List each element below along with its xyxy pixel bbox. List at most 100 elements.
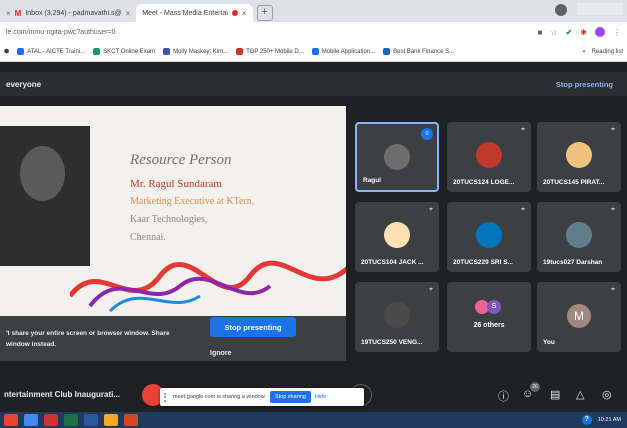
- bookmark-icon: [17, 48, 25, 55]
- info-icon[interactable]: ⓘ: [498, 388, 509, 404]
- help-icon[interactable]: ?: [581, 415, 592, 425]
- stop-sharing-button[interactable]: Stop sharing: [269, 391, 311, 403]
- browser-tab-bar: × M Inbox (3,294) - padmavathi.s@ × Meet…: [0, 0, 627, 69]
- bookmark-item[interactable]: Best Bank Finance S...: [383, 48, 454, 55]
- excel-taskbar-icon[interactable]: [64, 414, 78, 426]
- pdf-taskbar-icon[interactable]: [44, 414, 58, 426]
- avatar: [384, 144, 410, 170]
- meet-area: everyone Stop presenting Resource Person…: [0, 62, 627, 380]
- profile-avatar[interactable]: [555, 4, 567, 16]
- system-tray: ? 10:21 AM: [581, 415, 627, 425]
- participant-tile[interactable]: ⌖ 19TUCS250 VENG...: [355, 282, 439, 352]
- browser-taskbar-icon[interactable]: [24, 414, 38, 426]
- participant-count-badge: 26: [530, 382, 540, 392]
- security-icon[interactable]: ◎: [602, 388, 612, 401]
- slide-company: Kaar Technologies,: [130, 214, 208, 225]
- participant-tile[interactable]: ≡ Ragul: [355, 122, 439, 192]
- presenting-label: everyone: [6, 79, 42, 89]
- others-tile[interactable]: S 26 others: [447, 282, 531, 352]
- tab-close-icon[interactable]: ×: [126, 9, 131, 18]
- participant-name: 19tucs027 Darshan: [543, 259, 603, 266]
- more-bookmarks-button[interactable]: »: [582, 49, 585, 55]
- bookmark-icon: [93, 48, 101, 55]
- bookmark-item[interactable]: TOP 250+ Mobile D...: [236, 48, 304, 55]
- bookmark-item[interactable]: Molly Maskey: Kim...: [163, 48, 228, 55]
- meeting-title: ntertainment Club Inaugurati...: [4, 390, 121, 399]
- speaker-photo: [0, 126, 90, 266]
- self-tile[interactable]: ⌖ M You: [537, 282, 621, 352]
- reading-list-button[interactable]: Reading list: [592, 49, 623, 55]
- participant-tile[interactable]: ⌖ 20TUCS145 PIRAT...: [537, 122, 621, 192]
- star-icon[interactable]: ☆: [550, 28, 557, 37]
- chrome-taskbar-icon[interactable]: [4, 414, 18, 426]
- stop-presenting-button[interactable]: Stop presenting: [210, 317, 296, 337]
- activities-icon[interactable]: △: [576, 388, 584, 401]
- camera-icon[interactable]: ■: [538, 28, 543, 37]
- pin-icon[interactable]: ⌖: [611, 206, 615, 214]
- gmail-icon: M: [14, 8, 22, 18]
- url-text[interactable]: le.com/mmu-ngita-pwc?authuser=0: [6, 29, 116, 36]
- tab-close-icon[interactable]: ×: [242, 9, 247, 18]
- screen: × M Inbox (3,294) - padmavathi.s@ × Meet…: [0, 0, 627, 428]
- participant-name: 20TUCS104 JACK ...: [361, 259, 424, 266]
- speaking-indicator-icon: ≡: [421, 128, 433, 140]
- tab-close-icon[interactable]: ×: [6, 9, 11, 18]
- window-controls[interactable]: [577, 3, 623, 15]
- avatar: [384, 222, 410, 248]
- bookmark-item[interactable]: SKCT Online Exam: [93, 48, 155, 55]
- pin-icon[interactable]: ⌖: [521, 126, 525, 134]
- shared-screen: Resource Person Mr. Ragul Sundaram Marke…: [0, 106, 346, 361]
- powerpoint-taskbar-icon[interactable]: [124, 414, 138, 426]
- tab-gmail[interactable]: × M Inbox (3,294) - padmavathi.s@ ×: [0, 4, 136, 22]
- windows-taskbar: ? 10:21 AM: [0, 412, 627, 428]
- slide-speaker-name: Mr. Ragul Sundaram: [130, 178, 222, 190]
- clock[interactable]: 10:21 AM: [598, 417, 621, 423]
- tab-label: Meet - Mass Media Entertai: [142, 9, 228, 17]
- participant-tile[interactable]: ⌖ 20TUCS229 SRI S...: [447, 202, 531, 272]
- recording-dot-icon: [231, 10, 238, 16]
- avatar: [384, 302, 410, 328]
- pin-icon[interactable]: ⌖: [521, 206, 525, 214]
- ignore-button[interactable]: Ignore: [210, 346, 250, 360]
- menu-icon[interactable]: ⋮: [613, 28, 621, 37]
- bookmarks-right: » Reading list: [582, 49, 623, 55]
- hide-button[interactable]: Hide: [315, 394, 326, 400]
- word-taskbar-icon[interactable]: [84, 414, 98, 426]
- pin-icon[interactable]: ⌖: [611, 126, 615, 134]
- pin-icon[interactable]: ⌖: [611, 286, 615, 294]
- presenting-banner: everyone Stop presenting: [0, 72, 627, 96]
- participant-name: 20TUCS229 SRI S...: [453, 259, 513, 266]
- participant-name: 20TUCS145 PIRAT...: [543, 179, 605, 186]
- new-tab-button[interactable]: +: [256, 5, 273, 21]
- participants-icon[interactable]: 26 ☺: [522, 382, 540, 400]
- bookmark-item[interactable]: ATAL - AICTE Traini...: [17, 48, 85, 55]
- avatar: [566, 142, 592, 168]
- participant-tile[interactable]: ⌖ 20TUCS104 JACK ...: [355, 202, 439, 272]
- presentation-slide: Resource Person Mr. Ragul Sundaram Marke…: [0, 106, 346, 316]
- bookmark-icon: [311, 48, 319, 55]
- share-warning: 't share your entire screen or browser w…: [6, 330, 170, 348]
- drag-handle-icon[interactable]: [164, 392, 169, 402]
- slide-city: Chennai.: [130, 232, 166, 243]
- chrome-sharing-bar: meet.google.com is sharing a window. Sto…: [160, 388, 364, 406]
- tab-meet[interactable]: Meet - Mass Media Entertai ×: [0, 4, 253, 69]
- bookmark-icon: [163, 48, 171, 55]
- participant-tile[interactable]: ⌖ 19tucs027 Darshan: [537, 202, 621, 272]
- avatar-initial: S: [487, 300, 501, 314]
- check-extension-icon[interactable]: ✔: [566, 28, 573, 37]
- participant-tile[interactable]: ⌖ 20TUCS124 LOGE...: [447, 122, 531, 192]
- bookmarks-bar: ⬢ ATAL - AICTE Traini... SKCT Online Exa…: [0, 42, 627, 62]
- chat-icon[interactable]: ▤: [550, 388, 560, 401]
- pin-icon[interactable]: ⌖: [429, 206, 433, 214]
- bookmark-icon: [236, 48, 244, 55]
- apps-icon[interactable]: ⬢: [4, 48, 9, 55]
- address-bar: le.com/mmu-ngita-pwc?authuser=0 ■ ☆ ✔ ✱ …: [0, 22, 627, 42]
- account-avatar[interactable]: [595, 27, 605, 37]
- folder-taskbar-icon[interactable]: [104, 414, 118, 426]
- address-bar-icons: ■ ☆ ✔ ✱ ⋮: [538, 27, 621, 37]
- decorative-swirl: [70, 260, 346, 313]
- pin-icon[interactable]: ⌖: [429, 286, 433, 294]
- extension-icon[interactable]: ✱: [580, 28, 587, 37]
- stop-presenting-link[interactable]: Stop presenting: [556, 80, 613, 89]
- bookmark-item[interactable]: Mobile Application...: [311, 48, 375, 55]
